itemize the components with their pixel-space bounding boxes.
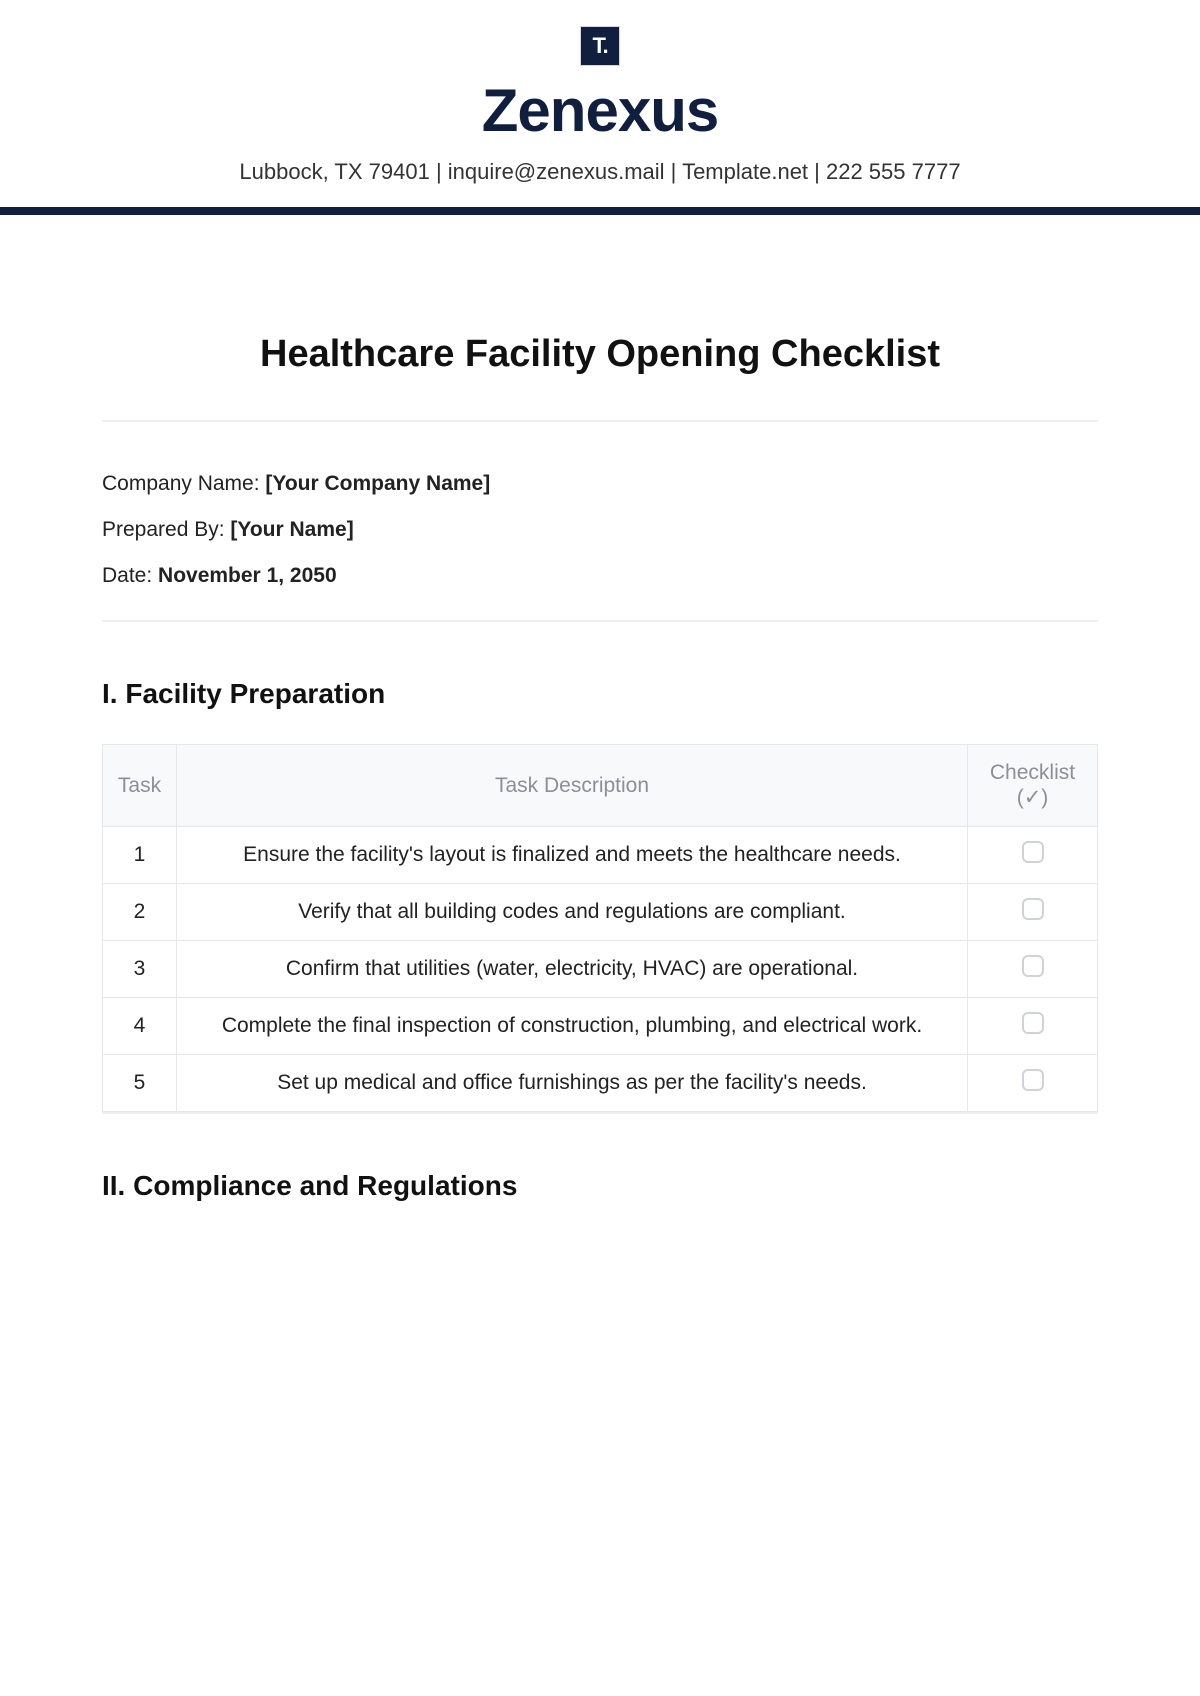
checkbox[interactable]: [1022, 841, 1044, 863]
logo-text: T.: [592, 33, 607, 59]
document-page: T. Zenexus Lubbock, TX 79401 | inquire@z…: [0, 0, 1200, 1202]
title-divider: [102, 420, 1098, 422]
header-rule: [0, 207, 1200, 215]
document-title: Healthcare Facility Opening Checklist: [102, 333, 1098, 376]
th-desc: Task Description: [177, 745, 968, 827]
task-desc: Complete the final inspection of constru…: [177, 998, 968, 1055]
task-check-cell: [968, 827, 1098, 884]
section-title-2: II. Compliance and Regulations: [102, 1170, 1098, 1202]
meta-prepared: Prepared By: [Your Name]: [102, 518, 1098, 542]
section-divider-1: [102, 1112, 1098, 1114]
meta-company-label: Company Name:: [102, 472, 265, 495]
task-check-cell: [968, 941, 1098, 998]
table-row: 5 Set up medical and office furnishings …: [103, 1055, 1098, 1112]
table-row: 2 Verify that all building codes and reg…: [103, 884, 1098, 941]
task-num: 1: [103, 827, 177, 884]
checkbox[interactable]: [1022, 1069, 1044, 1091]
logo-icon: T.: [580, 26, 620, 66]
meta-date: Date: November 1, 2050: [102, 564, 1098, 588]
table-row: 3 Confirm that utilities (water, electri…: [103, 941, 1098, 998]
task-check-cell: [968, 1055, 1098, 1112]
meta-date-label: Date:: [102, 564, 158, 587]
task-num: 5: [103, 1055, 177, 1112]
th-task: Task: [103, 745, 177, 827]
meta-prepared-label: Prepared By:: [102, 518, 230, 541]
meta-divider: [102, 620, 1098, 622]
contact-line: Lubbock, TX 79401 | inquire@zenexus.mail…: [0, 159, 1200, 185]
meta-company: Company Name: [Your Company Name]: [102, 472, 1098, 496]
task-num: 3: [103, 941, 177, 998]
checklist-table-1: Task Task Description Checklist (✓) 1 En…: [102, 744, 1098, 1112]
task-desc: Verify that all building codes and regul…: [177, 884, 968, 941]
task-num: 4: [103, 998, 177, 1055]
task-num: 2: [103, 884, 177, 941]
task-check-cell: [968, 998, 1098, 1055]
table-row: 1 Ensure the facility's layout is finali…: [103, 827, 1098, 884]
checkbox[interactable]: [1022, 955, 1044, 977]
content-area: Healthcare Facility Opening Checklist Co…: [0, 333, 1200, 1202]
task-desc: Set up medical and office furnishings as…: [177, 1055, 968, 1112]
meta-prepared-value: [Your Name]: [230, 518, 353, 541]
task-check-cell: [968, 884, 1098, 941]
company-name: Zenexus: [0, 76, 1200, 145]
section-title-1: I. Facility Preparation: [102, 678, 1098, 710]
checkbox[interactable]: [1022, 898, 1044, 920]
table-row: 4 Complete the final inspection of const…: [103, 998, 1098, 1055]
meta-date-value: November 1, 2050: [158, 564, 337, 587]
checkbox[interactable]: [1022, 1012, 1044, 1034]
meta-block: Company Name: [Your Company Name] Prepar…: [102, 472, 1098, 588]
task-desc: Ensure the facility's layout is finalize…: [177, 827, 968, 884]
meta-company-value: [Your Company Name]: [265, 472, 490, 495]
task-desc: Confirm that utilities (water, electrici…: [177, 941, 968, 998]
th-check: Checklist (✓): [968, 745, 1098, 827]
